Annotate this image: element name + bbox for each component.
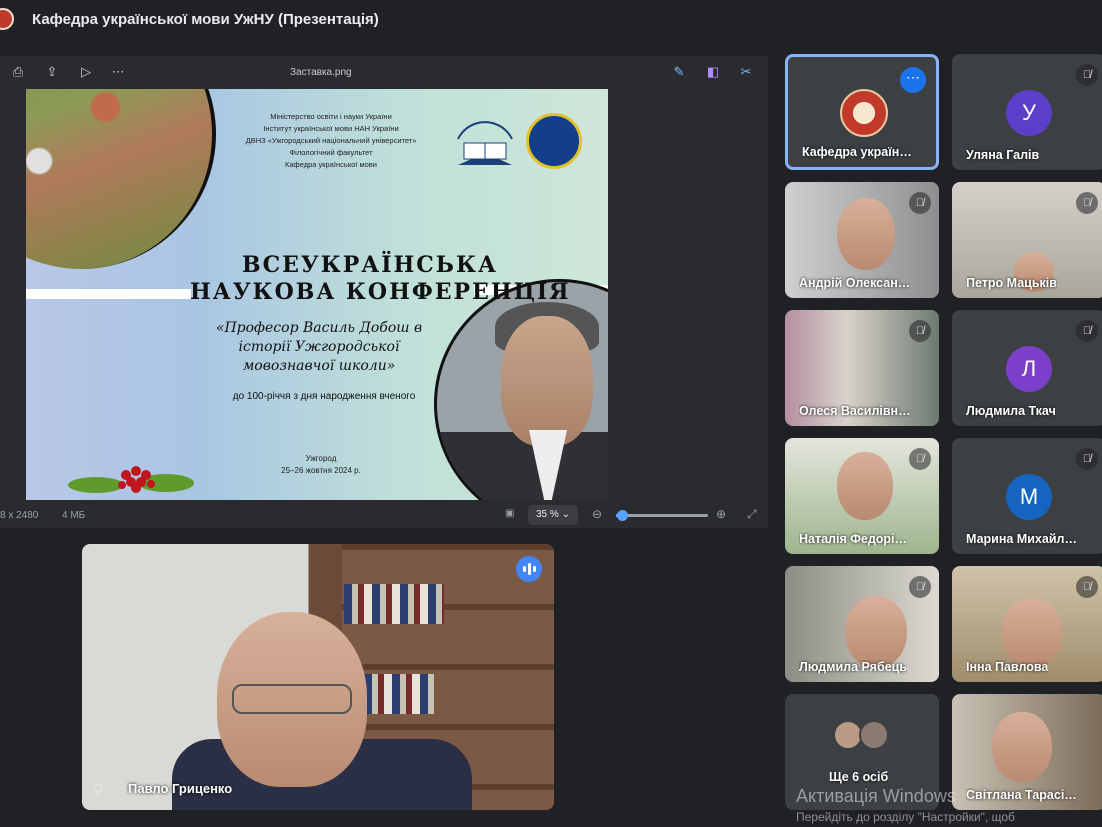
portrait-photo [434,279,608,500]
zoom-out-icon[interactable]: ⊖ [592,507,602,521]
participant-name: Людмила Ткач [966,404,1056,418]
ministry-text: Міністерство освіти і науки України Інст… [236,111,426,171]
participant-name: Людмила Рябець [799,660,908,674]
share-icon[interactable]: ⇪ [44,64,60,80]
mic-off-icon: 🎙̸ [1076,192,1098,214]
institute-logo [457,121,513,165]
participant-avatar [859,720,889,750]
fit-icon[interactable]: ▣ [505,508,514,519]
participant-tile[interactable]: 🎙̸ Інна Павлова [952,566,1102,682]
window-title: Кафедра української мови УжНУ (Презентац… [32,10,379,28]
image-dimensions: 8 x 2480 [0,510,39,521]
zoom-slider-handle[interactable] [616,510,628,521]
title-bar: Кафедра української мови УжНУ (Презентац… [0,0,1102,38]
participant-tile[interactable]: 🎙̸ Петро Мацьків [952,182,1102,298]
meeting-avatar [0,8,14,30]
mic-off-icon: 🎙̸ [909,576,931,598]
city: Ужгород [305,454,337,463]
slide-image: Міністерство освіти і науки України Інст… [26,89,608,500]
participant-tile[interactable]: У 🎙̸ Уляна Галів [952,54,1102,170]
participant-tile[interactable]: 🎙̸ Наталія Федорі… [785,438,939,554]
participant-name: Петро Мацьків [966,276,1057,290]
windows-activation-watermark: Активація Windows [796,786,956,806]
participant-tile[interactable]: М 🎙̸ Марина Михайл… [952,438,1102,554]
mic-off-icon: 🎙̸ [909,448,931,470]
conference-title-line2: НАУКОВА КОНФЕРЕНЦІЯ [190,279,571,305]
viburnum-decoration [68,466,194,493]
participant-tile[interactable]: Л 🎙̸ Людмила Ткач [952,310,1102,426]
speaker-tile[interactable]: ⍜ Павло Гриценко [82,544,554,810]
speaking-indicator-icon [516,556,542,582]
file-name: Заставка.png [290,67,352,78]
mic-off-icon: 🎙̸ [1076,64,1098,86]
zoom-value: 35 % [536,509,559,520]
conference-title-line1: ВСЕУКРАЇНСЬКА [242,252,498,278]
windows-activation-hint: Перейдіть до розділу "Настройки", щоб [796,810,1015,824]
conference-topic: «Професор Василь Добош в історії Ужгород… [215,320,423,374]
participant-name: Олеся Василівн… [799,404,911,418]
participant-initial: М [1006,474,1052,520]
more-participants-label: Ще 6 осіб [829,770,889,784]
ai-icon[interactable]: ✂ [738,64,754,80]
conference-subtitle: до 100-річчя з дня народження вченого [232,391,416,402]
participant-tile[interactable]: Світлана Тарасі… [952,694,1102,810]
participant-name: Уляна Галів [966,148,1040,162]
participant-name: Андрій Олексан… [799,276,911,290]
designer-icon[interactable]: ◧ [705,64,721,80]
viewer-status-bar: 8 x 2480 4 МБ ▣ 35 % ⌄ ⊖ ⊕ ⤢ [0,502,768,528]
speaker-glasses [232,684,352,714]
speaker-name: Павло Гриценко [128,781,233,796]
ministry-line: Міністерство освіти і науки України [270,112,392,121]
mic-off-icon: 🎙̸ [1076,320,1098,342]
conference-place-date: Ужгород 25–26 жовтня 2024 р. [246,453,396,477]
mic-off-icon: 🎙̸ [1076,448,1098,470]
zoom-slider[interactable] [616,510,708,521]
participant-name: Кафедра україн… [802,145,912,159]
ministry-line: Інститут української мови НАН України [263,124,399,133]
decor-bar-left [26,289,191,299]
print-icon[interactable]: ⎙ [10,64,26,80]
participant-tile[interactable]: ⋯ Кафедра україн… [785,54,939,170]
ministry-line: ДВНЗ «Ужгородський національний універси… [245,136,417,145]
slideshow-icon[interactable]: ▷ [78,64,94,80]
participant-initial: У [1006,90,1052,136]
participant-name: Світлана Тарасі… [966,788,1077,802]
participant-name: Марина Михайл… [966,532,1077,546]
file-size: 4 МБ [62,510,86,521]
more-options-icon[interactable]: ⋯ [900,67,926,93]
zoom-select[interactable]: 35 % ⌄ [528,505,578,525]
dates: 25–26 жовтня 2024 р. [281,466,361,475]
participant-tile[interactable]: 🎙̸ Людмила Рябець [785,566,939,682]
zoom-in-icon[interactable]: ⊕ [716,507,726,521]
ministry-line: Філологічний факультет [289,148,373,157]
participant-name: Наталія Федорі… [799,532,908,546]
fullscreen-icon[interactable]: ⤢ [747,507,757,522]
participant-tile[interactable]: 🎙̸ Олеся Василівн… [785,310,939,426]
ministry-line: Кафедра української мови [285,160,377,169]
university-logo [526,113,582,169]
presentation-panel: ⎙ ⇪ ▷ ⋯ Заставка.png ✎ ◧ ✂ Міністерство … [0,56,768,528]
department-logo [840,89,888,137]
participant-name: Інна Павлова [966,660,1049,674]
presentation-toolbar: ⎙ ⇪ ▷ ⋯ Заставка.png ✎ ◧ ✂ [0,56,768,88]
more-options-icon[interactable]: ⋯ [110,64,126,80]
participant-initial: Л [1006,346,1052,392]
mic-off-icon: 🎙̸ [909,192,931,214]
mic-off-icon: 🎙̸ [1076,576,1098,598]
participant-tile[interactable]: 🎙̸ Андрій Олексан… [785,182,939,298]
aerial-photo [26,89,216,269]
edit-icon[interactable]: ✎ [671,64,687,80]
mic-off-icon: 🎙̸ [909,320,931,342]
pin-icon: ⍜ [94,780,103,796]
